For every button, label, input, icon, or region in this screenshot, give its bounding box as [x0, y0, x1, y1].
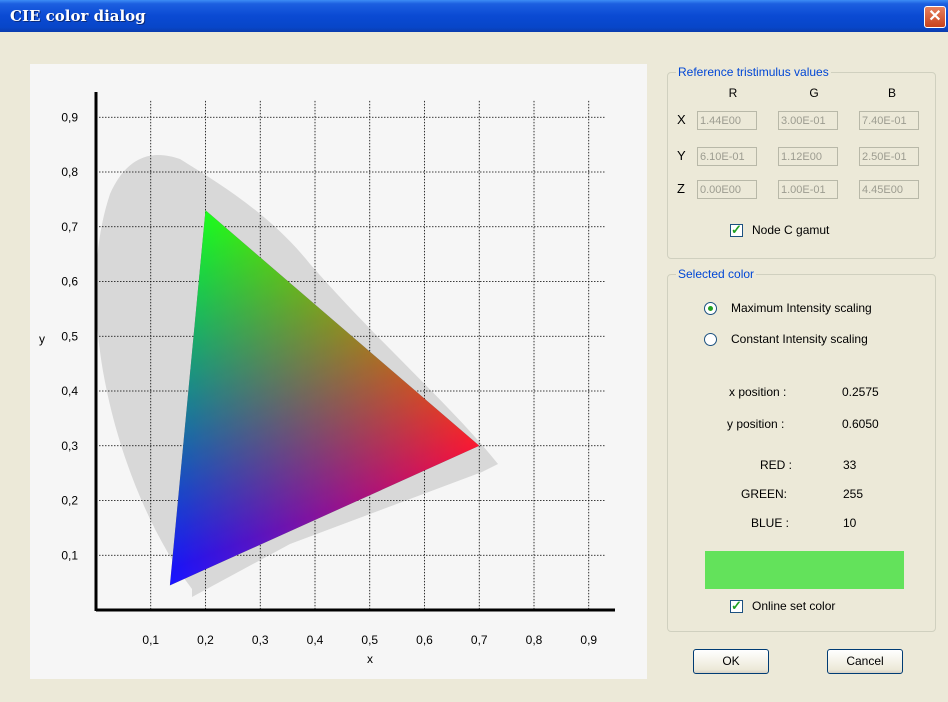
- reference-group-title: Reference tristimulus values: [676, 65, 831, 79]
- window-title: CIE color dialog: [10, 7, 146, 25]
- constant-intensity-label[interactable]: Constant Intensity scaling: [731, 332, 868, 346]
- red-label: RED :: [760, 458, 793, 472]
- x-axis-label: x: [367, 652, 373, 666]
- red-value: 33: [843, 458, 857, 472]
- x-tick-label: 0,3: [252, 633, 269, 647]
- x-position-label: x position :: [729, 385, 787, 399]
- y-tick-label: 0,4: [61, 384, 78, 398]
- x-tick-label: 0,9: [580, 633, 597, 647]
- row-label-y: Y: [677, 148, 686, 163]
- online-set-color-label[interactable]: Online set color: [752, 599, 835, 613]
- tristimulus-zg-field[interactable]: 1.00E-01: [778, 180, 838, 199]
- selected-color-swatch: [705, 551, 904, 589]
- blue-value: 10: [843, 516, 857, 530]
- green-label: GREEN:: [741, 487, 788, 501]
- tristimulus-zr-field[interactable]: 0.00E00: [697, 180, 757, 199]
- x-tick-label: 0,2: [197, 633, 214, 647]
- x-tick-label: 0,1: [142, 633, 159, 647]
- cancel-button[interactable]: Cancel: [827, 649, 903, 674]
- y-tick-label: 0,8: [61, 165, 78, 179]
- y-tick-label: 0,2: [61, 494, 78, 508]
- online-set-color-checkbox[interactable]: ✓: [730, 598, 743, 613]
- column-header-b: B: [887, 86, 896, 100]
- column-header-r: R: [728, 86, 738, 100]
- row-label-z: Z: [677, 181, 685, 196]
- tristimulus-zb-field[interactable]: 4.45E00: [859, 180, 919, 199]
- y-axis-label: y: [39, 332, 45, 346]
- tristimulus-xb-field[interactable]: 7.40E-01: [859, 111, 919, 130]
- x-position-value: 0.2575: [842, 385, 879, 399]
- row-label-x: X: [677, 112, 686, 127]
- x-tick-label: 0,6: [416, 633, 433, 647]
- node-c-gamut-label[interactable]: Node C gamut: [752, 223, 829, 237]
- tristimulus-yr-field[interactable]: 6.10E-01: [697, 147, 757, 166]
- x-tick-label: 0,8: [526, 633, 543, 647]
- tristimulus-xg-field[interactable]: 3.00E-01: [778, 111, 838, 130]
- chromaticity-chart[interactable]: 0,1 0,2 0,3 0,4 0,5 0,6 0,7 0,8 0,9 0,1 0,2 0,3 0,4 0…: [30, 64, 647, 679]
- selected-group-title: Selected color: [676, 267, 757, 281]
- check-icon: ✓: [731, 222, 742, 237]
- maximum-intensity-label[interactable]: Maximum Intensity scaling: [731, 301, 872, 315]
- tristimulus-yg-field[interactable]: 1.12E00: [778, 147, 838, 166]
- y-tick-label: 0,9: [61, 110, 78, 124]
- radio-selected-dot: [708, 306, 713, 311]
- blue-label: BLUE :: [751, 516, 790, 530]
- y-tick-label: 0,3: [61, 439, 78, 453]
- maximum-intensity-radio[interactable]: [704, 302, 717, 315]
- check-icon: ✓: [731, 598, 742, 613]
- node-c-gamut-checkbox[interactable]: ✓: [730, 222, 743, 237]
- y-tick-label: 0,7: [61, 220, 78, 234]
- close-button[interactable]: ✕: [924, 6, 946, 28]
- y-position-label: y position :: [727, 417, 785, 431]
- x-tick-label: 0,4: [307, 633, 324, 647]
- constant-intensity-radio[interactable]: [704, 333, 717, 346]
- y-tick-label: 0,5: [61, 329, 78, 343]
- cie-dialog-window: CIE color dialog ✕ 0,1 0,2 0,3 0,4 0,5 0…: [0, 0, 948, 702]
- x-tick-label: 0,5: [361, 633, 378, 647]
- ok-button[interactable]: OK: [693, 649, 769, 674]
- y-position-value: 0.6050: [842, 417, 879, 431]
- y-tick-label: 0,1: [61, 548, 78, 562]
- close-icon: ✕: [928, 8, 942, 25]
- y-tick-label: 0,6: [61, 275, 78, 289]
- x-tick-label: 0,7: [471, 633, 488, 647]
- title-bar[interactable]: CIE color dialog ✕: [0, 0, 948, 32]
- green-value: 255: [843, 487, 864, 501]
- column-header-g: G: [809, 86, 819, 100]
- cie-chromaticity-plot[interactable]: 0,1 0,2 0,3 0,4 0,5 0,6 0,7 0,8 0,9 0,1 0,2 0,3 0,4 0…: [30, 64, 647, 679]
- tristimulus-xr-field[interactable]: 1.44E00: [697, 111, 757, 130]
- tristimulus-yb-field[interactable]: 2.50E-01: [859, 147, 919, 166]
